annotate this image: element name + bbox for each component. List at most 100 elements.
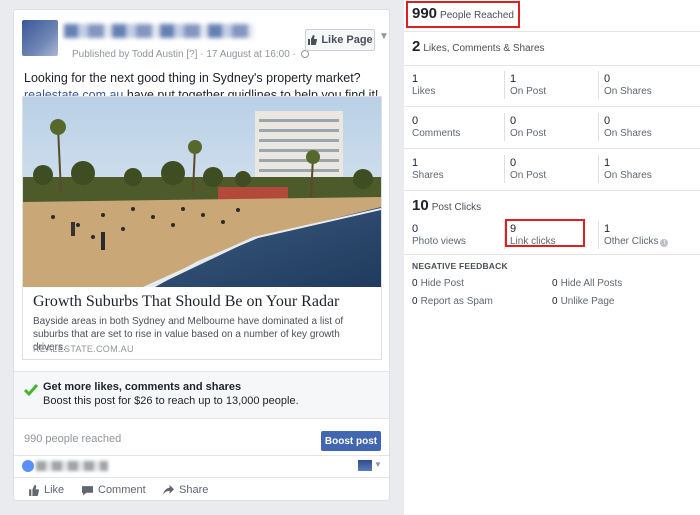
publisher-text: Published by Todd Austin: [72, 49, 184, 60]
divider: [404, 148, 700, 149]
stat-value: 1: [604, 223, 611, 235]
report-spam-stat: 0 Report as Spam: [412, 296, 493, 307]
unlike-page-stat: 0 Unlike Page: [552, 296, 614, 307]
boost-promo-banner: Get more likes, comments and shares Boos…: [14, 371, 389, 419]
stat-value: 1: [510, 73, 517, 85]
people-reached-label: People Reached: [440, 10, 514, 21]
page-avatar[interactable]: [22, 20, 58, 56]
post-insights-panel: 990 People Reached 2 Likes, Comments & Sha…: [404, 0, 700, 515]
chevron-down-icon[interactable]: ▼: [374, 460, 382, 469]
attachment-photo[interactable]: [23, 97, 381, 287]
reach-row: 990 people reached Boost post: [14, 419, 389, 455]
comment-button[interactable]: Comment: [82, 484, 146, 496]
shares-total: 1 Shares: [412, 157, 444, 182]
thumbs-up-icon: [29, 484, 39, 496]
likes-on-post: 1 On Post: [510, 73, 546, 98]
info-icon[interactable]: i: [660, 239, 669, 247]
globe-icon: [300, 50, 309, 58]
post-text-line1: Looking for the next good thing in Sydne…: [24, 71, 361, 85]
promo-subtitle: Boost this post for $26 to reach up to 1…: [43, 395, 299, 407]
stat-value: 9: [510, 223, 517, 235]
post-clicks-value: 10: [412, 197, 429, 214]
stat-value: 0: [552, 278, 558, 289]
stat-value: 0: [604, 73, 611, 85]
stat-label: Likes: [412, 86, 436, 97]
people-reached-value: 990: [412, 5, 438, 22]
likes-total: 1 Likes: [412, 73, 435, 98]
stat-label: Photo views: [412, 236, 466, 247]
stat-value: 0: [412, 278, 418, 289]
post-options-chevron-icon[interactable]: ▼: [379, 31, 389, 42]
shares-on-post: 0 On Post: [510, 157, 546, 182]
stat-label: On Shares: [604, 170, 652, 181]
share-label: Share: [179, 484, 209, 496]
share-button[interactable]: Share: [163, 484, 208, 496]
divider: [504, 221, 505, 249]
engagement-value: 2: [412, 38, 421, 55]
divider: [504, 71, 505, 99]
page-name-redacted: [64, 24, 254, 38]
people-reached-stat: 990 People Reached: [412, 5, 514, 23]
post-timestamp[interactable]: [?] · 17 August at 16:00 ·: [184, 49, 299, 60]
hide-post-stat: 0 Hide Post: [412, 278, 464, 289]
shares-on-shares: 1 On Shares: [604, 157, 652, 182]
link-attachment[interactable]: Growth Suburbs That Should Be on Your Ra…: [22, 96, 382, 360]
stat-value: 0: [604, 115, 611, 127]
thumbs-up-icon: [308, 35, 318, 45]
boost-post-button[interactable]: Boost post: [321, 431, 381, 451]
stat-value: 1: [604, 157, 611, 169]
beach-photo-illustration: [23, 97, 381, 287]
stat-value: 0: [412, 296, 418, 307]
comments-on-post: 0 On Post: [510, 115, 546, 140]
stat-value: 0: [510, 157, 517, 169]
divider: [504, 155, 505, 183]
divider: [598, 221, 599, 249]
engagement-stat: 2 Likes, Comments & Shares: [412, 38, 545, 56]
stat-label: On Shares: [604, 86, 652, 97]
divider: [404, 254, 700, 255]
stat-label: On Post: [510, 128, 547, 139]
like-page-button[interactable]: Like Page: [305, 29, 375, 51]
divider: [404, 190, 700, 191]
divider: [404, 31, 700, 32]
other-clicks: 1 Other Clicks i: [604, 223, 669, 248]
comments-on-shares: 0 On Shares: [604, 115, 652, 140]
stat-label: Comments: [412, 128, 461, 139]
stat-label: On Shares: [604, 128, 652, 139]
stat-value: 1: [412, 157, 419, 169]
photo-views: 0 Photo views: [412, 223, 466, 248]
share-icon: [163, 484, 174, 495]
comments-total: 0 Comments: [412, 115, 460, 140]
promo-title: Get more likes, comments and shares: [43, 381, 242, 393]
attachment-title[interactable]: Growth Suburbs That Should Be on Your Ra…: [33, 293, 373, 311]
comment-icon: [82, 485, 93, 495]
comment-label: Comment: [98, 484, 146, 496]
reactions-row: ▼: [14, 455, 389, 477]
stat-label: Unlike Page: [560, 296, 615, 307]
divider: [598, 155, 599, 183]
post-header: Published by Todd Austin [?] · 17 August…: [22, 18, 389, 68]
like-reaction-icon[interactable]: [22, 460, 34, 472]
people-reached-text[interactable]: 990 people reached: [24, 433, 121, 445]
stat-label: Hide Post: [420, 278, 464, 289]
divider: [404, 106, 700, 107]
checkmark-icon: [24, 384, 38, 397]
like-button[interactable]: Like: [28, 484, 64, 496]
stat-value: 0: [412, 115, 419, 127]
attachment-domain: REALESTATE.COM.AU: [33, 344, 134, 354]
hide-all-posts-stat: 0 Hide All Posts: [552, 278, 622, 289]
post-clicks-stat: 10 Post Clicks: [412, 197, 481, 215]
post-actions: Like Comment Share: [14, 477, 389, 501]
like-page-label: Like Page: [321, 34, 373, 46]
stat-value: 0: [412, 223, 419, 235]
engagement-label: Likes, Comments & Shares: [423, 43, 545, 54]
post-card: Published by Todd Austin [?] · 17 August…: [13, 9, 390, 501]
stat-label: Report as Spam: [420, 296, 493, 307]
reactors-redacted: [36, 461, 108, 471]
stat-label: Other Clicks: [604, 236, 659, 247]
post-meta: Published by Todd Austin [?] · 17 August…: [72, 49, 309, 60]
likes-on-shares: 0 On Shares: [604, 73, 652, 98]
post-as-avatar[interactable]: [358, 460, 372, 471]
stat-label: Hide All Posts: [560, 278, 623, 289]
stat-value: 1: [412, 73, 419, 85]
